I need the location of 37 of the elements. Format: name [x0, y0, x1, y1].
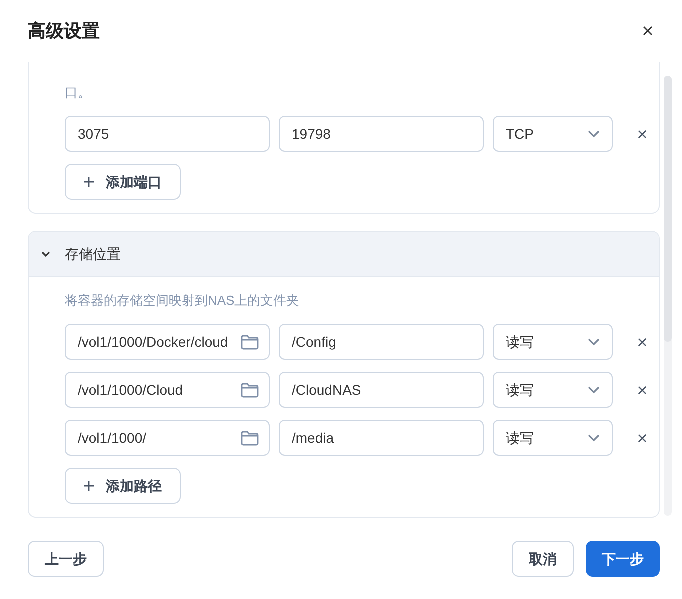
remove-icon	[638, 434, 646, 442]
select-dropdown[interactable]: TCP	[493, 116, 613, 152]
cancel-button[interactable]: 取消	[512, 541, 574, 577]
remove-icon	[638, 130, 646, 138]
section-header[interactable]: 存储位置	[29, 232, 659, 277]
input-field[interactable]: /vol1/1000/	[65, 420, 270, 456]
add-button[interactable]: 添加路径	[65, 468, 181, 504]
select-dropdown[interactable]: 读写	[493, 324, 613, 360]
chevron-icon	[41, 250, 51, 258]
input-field[interactable]: /vol1/1000/Docker/cloud	[65, 324, 270, 360]
select-dropdown[interactable]: 读写	[493, 420, 613, 456]
input-field[interactable]: 19798	[279, 116, 484, 152]
chevron-down-icon	[588, 434, 600, 442]
folder-icon	[241, 382, 259, 398]
next-button[interactable]: 下一步	[586, 541, 660, 577]
section-description: 将容器的存储空间映射到NAS上的文件夹	[65, 292, 301, 310]
folder-icon	[241, 430, 259, 446]
input-field[interactable]: /CloudNAS	[279, 372, 484, 408]
input-field[interactable]: 3075	[65, 116, 270, 152]
remove-icon	[638, 386, 646, 394]
section-description: 口。	[65, 84, 92, 102]
chevron-down-icon	[588, 338, 600, 346]
select-dropdown[interactable]: 读写	[493, 372, 613, 408]
input-field[interactable]: /vol1/1000/Cloud	[65, 372, 270, 408]
back-button[interactable]: 上一步	[28, 541, 104, 577]
input-field[interactable]: /Config	[279, 324, 484, 360]
folder-icon	[241, 334, 259, 350]
dialog-title: 高级设置	[28, 20, 100, 42]
chevron-down-icon	[588, 386, 600, 394]
plus-icon	[84, 481, 94, 491]
input-field[interactable]: /media	[279, 420, 484, 456]
plus-icon	[84, 177, 94, 187]
add-button[interactable]: 添加端口	[65, 164, 181, 200]
scrollbar-thumb[interactable]	[664, 76, 672, 342]
chevron-down-icon	[588, 130, 600, 138]
close-icon	[643, 26, 653, 36]
remove-icon	[638, 338, 646, 346]
